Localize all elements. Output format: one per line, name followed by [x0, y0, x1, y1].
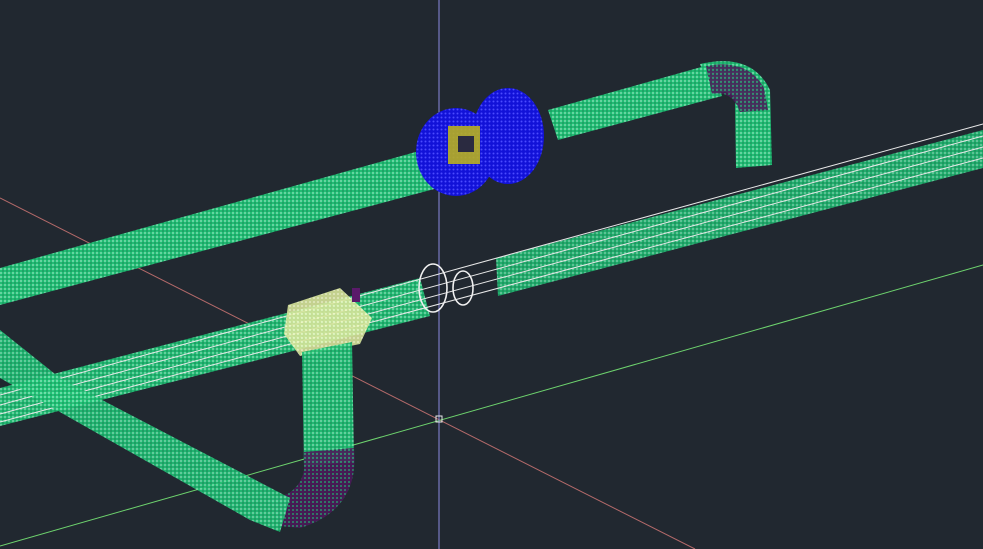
drop-pipe[interactable] [302, 342, 354, 466]
tee-fitting-marker [352, 288, 360, 302]
upper-pipe-left[interactable] [0, 148, 438, 305]
y-axis-line [0, 264, 983, 547]
upper-elbow-shadow [706, 64, 768, 112]
reducer-ring-large[interactable] [418, 263, 448, 313]
point-cloud-scene[interactable] [0, 0, 983, 549]
3d-viewport[interactable] [0, 0, 983, 549]
valve-flange-right [472, 88, 544, 184]
valve[interactable] [416, 88, 544, 196]
valve-body-core-inner [458, 136, 474, 152]
upper-pipe-right[interactable] [548, 64, 722, 140]
